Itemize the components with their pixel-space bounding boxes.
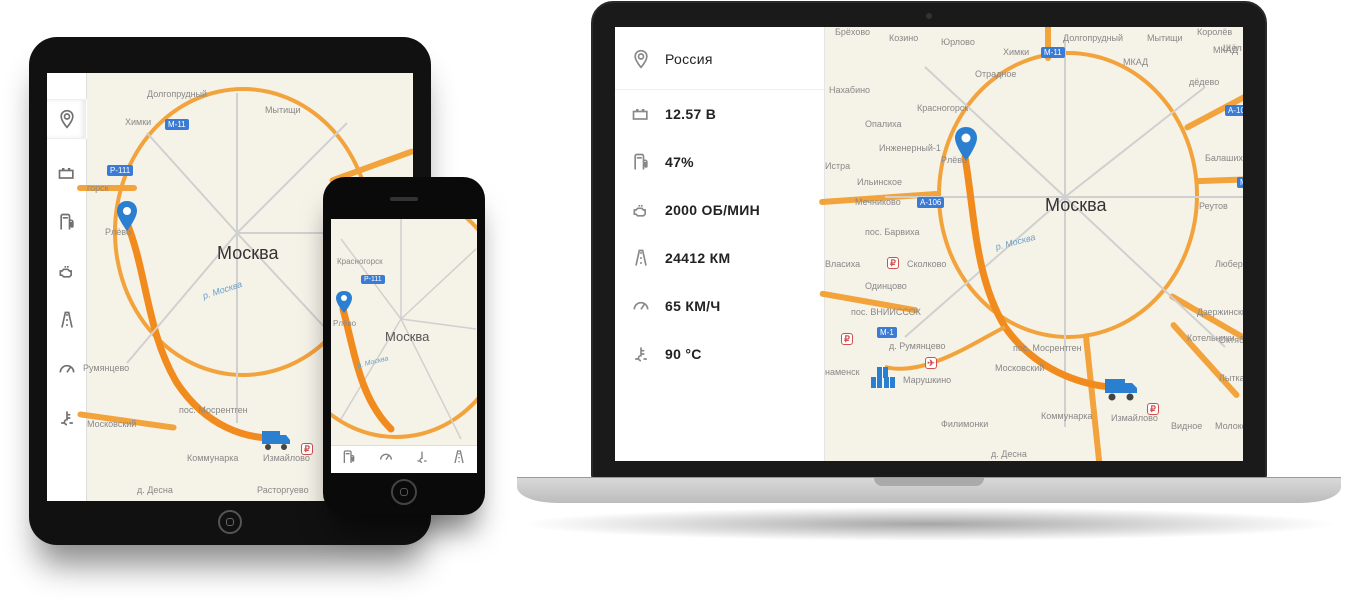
phone-tab-speed[interactable]	[378, 449, 394, 470]
pin-icon	[57, 109, 77, 129]
rpm-value: 2000 ОБ/МИН	[665, 202, 760, 218]
sidebar-item-fuel[interactable]	[57, 212, 77, 237]
laptop-map[interactable]: Москва Козино Брёхово Юрлово Химки М-11 …	[825, 27, 1243, 461]
tablet-sidebar	[47, 73, 87, 501]
panel-row-battery[interactable]: 12.57 В	[615, 90, 824, 138]
phone-pin-marker[interactable]	[335, 291, 353, 313]
battery-value: 12.57 В	[665, 106, 716, 122]
battery-icon	[631, 104, 651, 124]
panel-row-speed[interactable]: 65 КМ/Ч	[615, 282, 824, 330]
sidebar-item-battery[interactable]	[57, 163, 77, 188]
sidebar-item-temperature[interactable]	[57, 408, 77, 433]
temperature-icon	[631, 344, 651, 364]
phone-home-button[interactable]	[391, 479, 417, 505]
fuel-value: 47%	[665, 154, 694, 170]
gauge-icon	[631, 296, 651, 316]
phone-toolbar	[331, 445, 477, 473]
road-icon	[631, 248, 651, 268]
phone-map[interactable]: Красногорск Р-111 Рлёво Москва р. Москва	[331, 219, 477, 445]
laptop-camera	[926, 13, 932, 19]
laptop-route	[825, 27, 1243, 461]
phone-tab-temp[interactable]	[414, 449, 430, 470]
phone-tab-fuel[interactable]	[341, 449, 357, 470]
truck-icon[interactable]	[262, 429, 292, 451]
gauge-icon	[57, 359, 77, 379]
panel-row-rpm[interactable]: 2000 ОБ/МИН	[615, 186, 824, 234]
panel-row-fuel[interactable]: 47%	[615, 138, 824, 186]
sidebar-item-engine[interactable]	[57, 261, 77, 286]
laptop-truck-icon[interactable]	[1105, 377, 1139, 401]
fuel-icon	[631, 152, 651, 172]
sidebar-item-speed[interactable]	[57, 359, 77, 384]
fuel-icon	[57, 212, 77, 232]
location-value: Россия	[665, 51, 713, 67]
battery-icon	[57, 163, 77, 183]
panel-row-odometer[interactable]: 24412 КМ	[615, 234, 824, 282]
sidebar-item-road[interactable]	[57, 310, 77, 335]
odometer-value: 24412 КМ	[665, 250, 730, 266]
pin-icon	[631, 49, 651, 69]
speed-value: 65 КМ/Ч	[665, 298, 721, 314]
laptop-label-moscow: Москва	[1045, 195, 1106, 216]
engine-icon	[57, 261, 77, 281]
laptop-device: Россия 12.57 В 47% 2000 ОБ/МИН 24412 КМ	[517, 1, 1341, 561]
map-label-moscow: Москва	[217, 243, 278, 264]
laptop-base	[517, 477, 1341, 503]
panel-row-coolant[interactable]: 90 °C	[615, 330, 824, 378]
tablet-home-button[interactable]	[218, 510, 242, 534]
packages-icon[interactable]	[869, 367, 897, 391]
telemetry-panel: Россия 12.57 В 47% 2000 ОБ/МИН 24412 КМ	[615, 27, 825, 461]
engine-icon	[631, 200, 651, 220]
laptop-screen: Россия 12.57 В 47% 2000 ОБ/МИН 24412 КМ	[615, 27, 1243, 461]
phone-device: Красногорск Р-111 Рлёво Москва р. Москва	[323, 177, 485, 515]
panel-row-location[interactable]: Россия	[615, 27, 824, 90]
sidebar-item-location[interactable]	[47, 99, 86, 139]
phone-screen: Красногорск Р-111 Рлёво Москва р. Москва	[331, 219, 477, 473]
coolant-value: 90 °C	[665, 346, 702, 362]
phone-tab-road[interactable]	[451, 449, 467, 470]
road-icon	[57, 310, 77, 330]
temperature-icon	[57, 408, 77, 428]
